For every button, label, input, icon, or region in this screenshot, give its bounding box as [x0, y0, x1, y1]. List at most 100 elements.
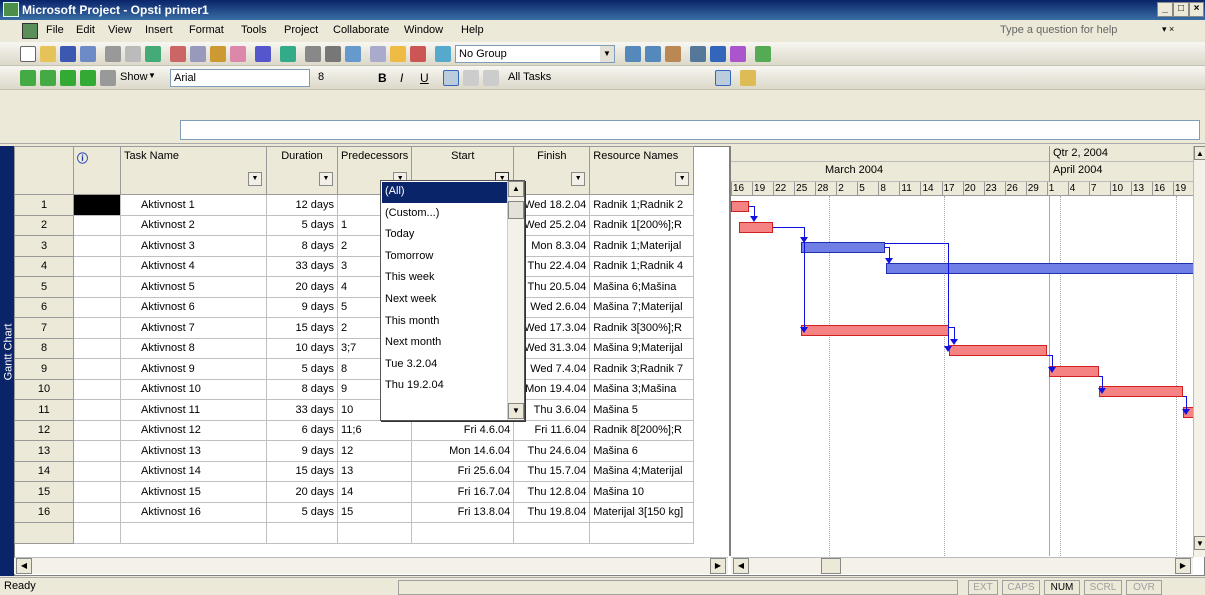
outline-icon[interactable]: [100, 70, 116, 86]
resource-names-cell[interactable]: Radnik 3[300%];R: [589, 317, 695, 339]
scroll-right-icon[interactable]: ▶: [1175, 558, 1191, 574]
predecessors-cell[interactable]: 15: [336, 501, 413, 523]
predecessors-cell[interactable]: 13: [336, 460, 413, 482]
menu-help[interactable]: Help: [461, 24, 484, 36]
task-name-cell[interactable]: Aktivnost 15: [120, 481, 267, 503]
task-name-cell[interactable]: Aktivnost 8: [120, 337, 267, 359]
close-button[interactable]: ×: [1189, 2, 1204, 17]
task-name-cell[interactable]: Aktivnost 3: [120, 235, 267, 257]
task-notes-icon[interactable]: [390, 46, 406, 62]
predecessors-cell[interactable]: 12: [336, 440, 413, 462]
scroll-left-icon[interactable]: ◀: [16, 558, 32, 574]
minus-icon[interactable]: [80, 70, 96, 86]
chevron-down-icon[interactable]: ▼: [319, 172, 333, 186]
new-icon[interactable]: [20, 46, 36, 62]
row-number[interactable]: 5: [14, 276, 74, 298]
gantt-wizard-icon[interactable]: [740, 70, 756, 86]
filter-option[interactable]: Next month: [382, 333, 507, 354]
table-row[interactable]: 10Aktivnost 108 days9Thu 8.4.04Mon 19.4.…: [14, 378, 695, 400]
row-number[interactable]: 9: [14, 358, 74, 380]
task-name-cell[interactable]: Aktivnost 6: [120, 296, 267, 318]
row-number[interactable]: 4: [14, 255, 74, 277]
search-icon[interactable]: [80, 46, 96, 62]
task-name-cell[interactable]: Aktivnost 7: [120, 317, 267, 339]
duration-cell[interactable]: 15 days: [266, 317, 338, 339]
table-row[interactable]: 6 Aktivnost 69 days 5 Wed 2.6.04 Mašina 7;Ma…: [14, 296, 695, 318]
duration-cell[interactable]: 8 days: [266, 235, 338, 257]
row-number[interactable]: 12: [14, 419, 74, 441]
task-name-cell[interactable]: Aktivnost 11: [120, 399, 267, 421]
gantt-bar[interactable]: [801, 242, 885, 254]
menu-insert[interactable]: Insert: [145, 24, 173, 36]
go-to-task-icon[interactable]: [665, 46, 681, 62]
indicator-cell[interactable]: [73, 214, 121, 236]
resource-names-cell[interactable]: Radnik 1;Radnik 4: [589, 255, 695, 277]
table-row[interactable]: 12 Aktivnost 12 6 days 11;6 Fri 4.6.04 Fri 11…: [14, 419, 695, 441]
chevron-down-icon[interactable]: ▼: [675, 172, 690, 186]
view-bar[interactable]: Gantt Chart: [0, 146, 14, 576]
finish-cell[interactable]: Wed 17.3.04: [513, 317, 591, 339]
row-number[interactable]: 2: [14, 214, 74, 236]
table-row[interactable]: 7 Aktivnost 7 15 days 2 Wed 17.3.04 Radnik 3[…: [14, 317, 695, 339]
plus-icon[interactable]: [60, 70, 76, 86]
table-row[interactable]: 13 Aktivnost 13 9 days 12 Mon 14.6.04 Thu 24.…: [14, 440, 695, 462]
indicator-cell[interactable]: [73, 460, 121, 482]
indicator-cell[interactable]: [73, 337, 121, 359]
table-row[interactable]: 8 Aktivnost 8 10 days 3;7 Wed 31.3.04 Mašina …: [14, 337, 695, 359]
show-menu[interactable]: Show: [120, 71, 148, 83]
empty-cell[interactable]: [120, 522, 267, 544]
finish-cell[interactable]: Wed 7.4.04: [513, 358, 591, 380]
undo-icon[interactable]: [255, 46, 271, 62]
menu-window[interactable]: Window: [404, 24, 443, 36]
indicator-cell[interactable]: [73, 317, 121, 339]
resource-names-cell[interactable]: Mašina 10: [589, 481, 695, 503]
assign-resources-icon[interactable]: [410, 46, 426, 62]
menu-view[interactable]: View: [108, 24, 132, 36]
scroll-thumb[interactable]: [508, 201, 524, 219]
table-row[interactable]: 16 Aktivnost 16 5 days 15 Fri 13.8.04 Thu 19.…: [14, 501, 695, 523]
indicator-cell[interactable]: [73, 440, 121, 462]
duration-cell[interactable]: 10 days: [266, 337, 338, 359]
task-name-cell[interactable]: Aktivnost 2: [120, 214, 267, 236]
help-search-box[interactable]: Type a question for help: [1000, 24, 1117, 36]
column-header-resource-names[interactable]: Resource Names ▼: [589, 146, 695, 195]
split-task-icon[interactable]: [345, 46, 361, 62]
row-number[interactable]: 3: [14, 235, 74, 257]
duration-cell[interactable]: 12 days: [266, 194, 338, 216]
resource-names-cell[interactable]: Radnik 8[200%];R: [589, 419, 695, 441]
filter-option[interactable]: Next week: [382, 290, 507, 311]
resource-names-cell[interactable]: Mašina 4;Materijal: [589, 460, 695, 482]
indicator-cell[interactable]: [73, 296, 121, 318]
scroll-up-icon[interactable]: ▲: [508, 181, 524, 197]
menu-edit[interactable]: Edit: [76, 24, 95, 36]
chevron-down-icon[interactable]: ▼: [600, 46, 614, 62]
indicator-cell[interactable]: [73, 194, 121, 216]
start-cell[interactable]: Mon 14.6.04: [411, 440, 515, 462]
unlink-tasks-icon[interactable]: [325, 46, 341, 62]
assign-icon[interactable]: [730, 46, 746, 62]
duration-cell[interactable]: 15 days: [266, 460, 338, 482]
filter-option[interactable]: This week: [382, 268, 507, 289]
finish-cell[interactable]: Wed 31.3.04: [513, 337, 591, 359]
duration-cell[interactable]: 9 days: [266, 440, 338, 462]
finish-cell[interactable]: Fri 11.6.04: [513, 419, 591, 441]
save-icon[interactable]: [60, 46, 76, 62]
paste-icon[interactable]: [210, 46, 226, 62]
resource-names-cell[interactable]: Radnik 3;Radnik 7: [589, 358, 695, 380]
task-name-cell[interactable]: Aktivnost 4: [120, 255, 267, 277]
gantt-bar[interactable]: [949, 345, 1047, 357]
row-number[interactable]: 6: [14, 296, 74, 318]
task-information-icon[interactable]: [370, 46, 386, 62]
row-number[interactable]: 16: [14, 501, 74, 523]
bold-button[interactable]: B: [378, 71, 387, 85]
help-icon[interactable]: [710, 46, 726, 62]
resource-names-cell[interactable]: Radnik 1;Materijal: [589, 235, 695, 257]
scroll-right-icon[interactable]: ▶: [710, 558, 726, 574]
duration-cell[interactable]: 5 days: [266, 358, 338, 380]
resource-names-cell[interactable]: Mašina 9;Materijal: [589, 337, 695, 359]
filter-option[interactable]: (All): [382, 182, 507, 203]
row-number[interactable]: 1: [14, 194, 74, 216]
gantt-vertical-scrollbar[interactable]: ▲ ▼: [1193, 146, 1205, 557]
start-cell[interactable]: Fri 16.7.04: [411, 481, 515, 503]
task-name-cell[interactable]: Aktivnost 9: [120, 358, 267, 380]
